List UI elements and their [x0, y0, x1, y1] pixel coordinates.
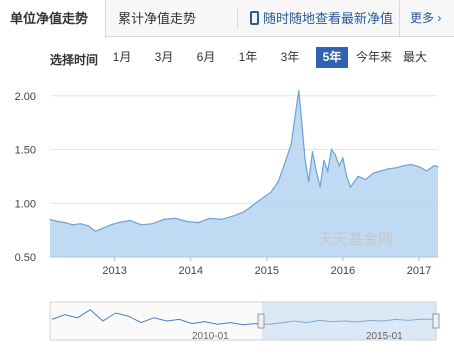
data-point [315, 170, 317, 172]
data-point [95, 230, 97, 232]
data-point [290, 143, 292, 145]
data-point [349, 186, 352, 188]
nav-chart[interactable]: 0.50 1.00 1.50 2.00 2013 2014 2015 2016 2017 天天… [0, 75, 454, 297]
chart-navigator[interactable]: 2010-01 2015-01 [0, 299, 454, 349]
range-3y-button[interactable]: 3年 [278, 47, 302, 68]
data-point [395, 167, 397, 169]
data-point [277, 181, 279, 183]
tab-divider [399, 0, 400, 37]
data-point [437, 166, 439, 168]
y-tick-label: 1.00 [15, 198, 36, 210]
range-max-button[interactable]: 最大 [402, 47, 428, 68]
data-point [186, 220, 188, 223]
data-point [140, 224, 142, 226]
data-point [163, 218, 165, 220]
range-6m-button[interactable]: 6月 [194, 47, 218, 68]
navigator-right-handle[interactable] [432, 313, 440, 329]
range-3m-button[interactable]: 3月 [152, 47, 176, 68]
phone-icon [250, 11, 259, 25]
range-1m-button[interactable]: 1月 [110, 47, 134, 68]
data-point [129, 219, 131, 222]
watermark: 天天基金网 [318, 230, 393, 248]
data-point [117, 222, 120, 224]
data-point [298, 89, 300, 91]
chevron-right-icon: › [434, 11, 442, 25]
y-axis: 0.50 1.00 1.50 2.00 [15, 91, 36, 264]
data-point [425, 170, 428, 172]
range-5y-button[interactable]: 5年 [316, 47, 348, 68]
y-tick-label: 2.00 [15, 91, 36, 103]
range-ytd-button[interactable]: 今年来 [354, 47, 394, 68]
data-point [64, 222, 66, 224]
data-point [334, 154, 336, 156]
data-point [410, 163, 412, 166]
mobile-nav-label: 随时随地查看最新净值 [263, 11, 394, 26]
data-point [49, 218, 51, 220]
data-point [357, 175, 359, 177]
tab-cumulative-nav[interactable]: 累计净值走势 [118, 0, 196, 37]
data-point [231, 215, 234, 217]
x-tick-label: 2016 [331, 265, 355, 277]
data-point [418, 166, 420, 168]
data-point [323, 159, 325, 161]
data-point [311, 151, 314, 153]
range-1y-button[interactable]: 1年 [236, 47, 260, 68]
data-point [79, 223, 82, 225]
x-axis: 2013 2014 2015 2016 2017 [102, 257, 431, 277]
data-point [295, 111, 297, 113]
data-point [243, 211, 245, 213]
data-point [338, 165, 340, 167]
y-tick-label: 0.50 [15, 252, 36, 264]
data-point [197, 222, 199, 224]
data-point [342, 157, 344, 159]
data-point [285, 159, 287, 161]
time-range-selector: 选择时间 1月 3月 6月 1年 3年 5年 今年来 最大 [0, 44, 454, 72]
data-point [330, 148, 333, 151]
tab-unit-nav[interactable]: 单位净值走势 [0, 0, 106, 38]
tab-bar: 单位净值走势 累计净值走势 随时随地查看最新净值 更多 › [0, 0, 454, 38]
data-point [304, 157, 306, 159]
data-point [308, 181, 310, 183]
data-point [433, 165, 435, 167]
navigator-label-2010: 2010-01 [192, 331, 229, 342]
x-tick-label: 2015 [255, 265, 279, 277]
data-point [270, 191, 272, 194]
data-point [365, 179, 367, 181]
data-point [102, 227, 104, 229]
data-point [380, 170, 382, 172]
navigator-label-2015: 2015-01 [366, 331, 403, 342]
data-point [72, 224, 74, 226]
data-point [301, 122, 303, 124]
data-point [327, 170, 329, 172]
x-tick-label: 2013 [102, 265, 126, 277]
data-point [346, 175, 348, 177]
data-point [403, 165, 405, 167]
data-point [57, 220, 59, 223]
data-point [209, 217, 211, 219]
data-point [387, 168, 390, 170]
data-point [220, 218, 222, 220]
y-tick-label: 1.50 [15, 145, 36, 157]
more-label: 更多 [410, 11, 435, 25]
time-range-label: 选择时间 [50, 53, 99, 67]
data-point [152, 223, 154, 225]
data-point [110, 224, 112, 226]
data-point [174, 217, 177, 219]
more-link[interactable]: 更多 › [410, 0, 441, 37]
data-point [319, 186, 321, 188]
data-point [254, 202, 257, 204]
data-point [262, 197, 264, 199]
mobile-nav-link[interactable]: 随时随地查看最新净值 [250, 0, 393, 37]
x-tick-label: 2014 [179, 265, 203, 277]
tab-divider [237, 8, 238, 29]
x-tick-label: 2017 [407, 265, 431, 277]
navigator-selected-range[interactable] [262, 302, 436, 340]
navigator-left-handle[interactable] [257, 313, 265, 329]
data-point [87, 225, 89, 227]
data-point [372, 172, 374, 174]
